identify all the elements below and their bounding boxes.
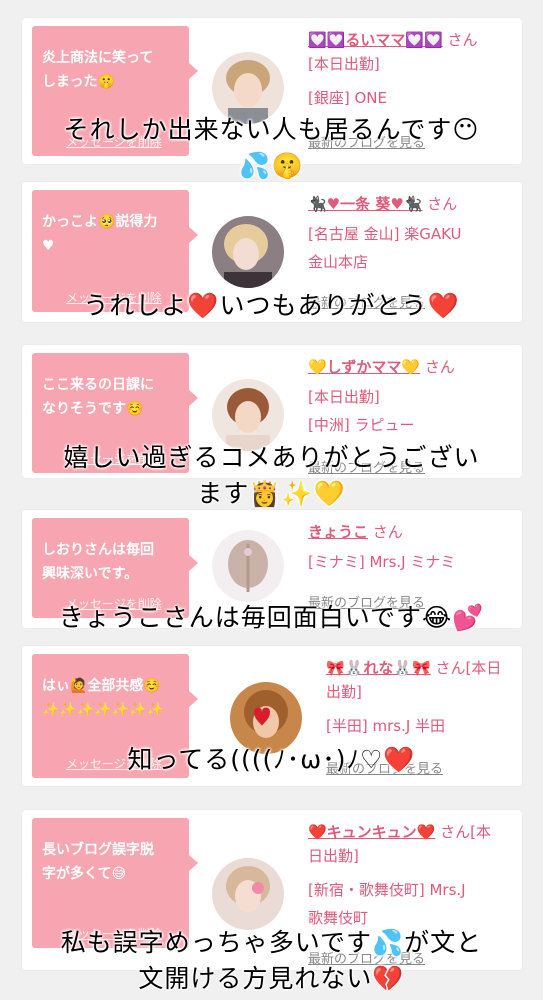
- shop-info: [半田] mrs.J 半田: [326, 717, 446, 735]
- user-name-link[interactable]: ❤️キュンキュン❤️: [308, 823, 435, 841]
- shop-info: [ミナミ] Mrs.J ミナミ: [308, 553, 456, 571]
- caption-overlay: 嬉しい過ぎるコメありがとうござい ます👸✨💛: [63, 443, 480, 508]
- user-name-suffix: さん: [372, 523, 403, 541]
- caption-overlay: それしか出来ない人も居るんです😶 💦🤫: [63, 115, 480, 180]
- user-name: 🐈‍⬛♥一条 葵♥🐈‍⬛ さん: [308, 192, 498, 216]
- user-name-suffix: さん: [424, 358, 455, 376]
- caption-overlay: 知ってる((((ﾉ･ω･)ﾉ♡❤️: [127, 745, 416, 774]
- user-name: 💛しずかママ💛 さん: [308, 355, 498, 379]
- avatar[interactable]: [212, 530, 284, 602]
- caption-overlay: きょうこさんは毎回面白いです😂💕: [58, 603, 485, 632]
- message-text: 炎上商法に笑って しまった🤫: [42, 50, 154, 90]
- message-text: 長いブログ誤字脱 字が多くて😅: [42, 842, 154, 882]
- caption-overlay: うれしよ❤️いつもありがとう❤️: [83, 291, 460, 320]
- shop-info: [新宿・歌舞伎町] Mrs.J 歌舞伎町: [308, 881, 466, 927]
- user-name: きょうこ さん: [308, 520, 498, 544]
- user-name: ❤️キュンキュン❤️ さん[本日出勤]: [308, 820, 498, 868]
- message-text: ここ来るの日課に なりそうです☺️: [42, 377, 154, 417]
- user-name: 💟💟るいママ💟💟 さん[本日出勤]: [308, 28, 498, 76]
- user-name-link[interactable]: 🎀🐰れな🐰🎀: [326, 659, 431, 677]
- shop-info: [銀座] ONE: [308, 89, 387, 107]
- message-text: しおりさんは毎回 興味深いです。: [42, 542, 154, 582]
- shop-info: [名古屋 金山] 楽GAKU 金山本店: [308, 225, 462, 271]
- avatar[interactable]: [212, 216, 284, 288]
- avatar[interactable]: [212, 858, 284, 930]
- user-name: 🎀🐰れな🐰🎀 さん[本日出勤]: [326, 656, 516, 704]
- user-name-link[interactable]: 💛しずかママ💛: [308, 358, 420, 376]
- message-text: はぃ🙋全部共感☺️ ✨✨✨✨✨✨✨: [42, 678, 165, 718]
- caption-overlay: 私も誤字めっちゃ多いです💦が文と 文開ける方見れない💔: [60, 928, 483, 993]
- user-name-link[interactable]: 🐈‍⬛♥一条 葵♥🐈‍⬛: [308, 195, 422, 213]
- user-name-link[interactable]: きょうこ: [308, 523, 368, 541]
- shop-info: [本日出勤] [中洲] ラピュー: [308, 388, 415, 434]
- user-name-link[interactable]: 💟💟るいママ💟💟: [308, 31, 443, 49]
- user-name-suffix: さん: [427, 195, 458, 213]
- message-text: かっこよ🥺説得力 ♥: [42, 214, 158, 254]
